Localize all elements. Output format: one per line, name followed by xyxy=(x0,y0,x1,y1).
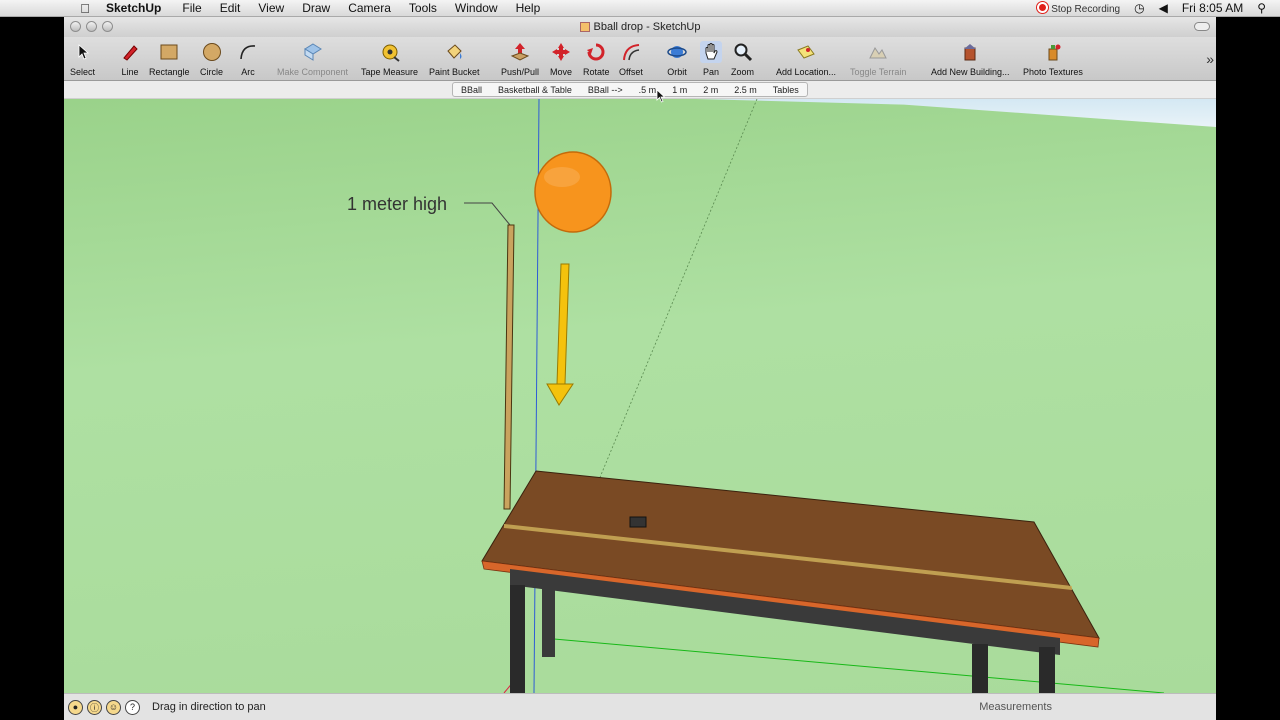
sensor-device xyxy=(629,516,647,528)
add-new-building-tool[interactable]: Add New Building... xyxy=(931,41,1010,77)
pencil-icon xyxy=(119,41,141,63)
scene-tab-basketball-table[interactable]: Basketball & Table xyxy=(490,83,580,96)
zoom-window-button[interactable] xyxy=(102,21,113,32)
close-window-button[interactable] xyxy=(70,21,81,32)
select-tool[interactable]: Select xyxy=(70,41,95,77)
title-bar: Bball drop - SketchUp xyxy=(64,17,1216,37)
push-pull-tool[interactable]: Push/Pull xyxy=(501,41,539,77)
meter-stick xyxy=(503,224,515,510)
table-leg-back-left xyxy=(542,589,555,657)
select-arrow-icon xyxy=(72,41,94,63)
spotlight-search-icon[interactable]: ⚲ xyxy=(1257,1,1266,15)
green-axis-line xyxy=(553,638,1165,693)
menu-tools[interactable]: Tools xyxy=(409,1,437,15)
credits-icon[interactable]: ⓘ xyxy=(87,699,102,715)
terrain-icon xyxy=(867,41,889,63)
building-icon xyxy=(959,41,981,63)
menu-view[interactable]: View xyxy=(258,1,284,15)
clock[interactable]: Fri 8:05 AM xyxy=(1182,1,1243,15)
scene-tab-tables[interactable]: Tables xyxy=(765,83,807,96)
tape-measure-tool[interactable]: Tape Measure xyxy=(361,41,418,77)
help-icon[interactable]: ? xyxy=(125,699,140,715)
circle-icon xyxy=(201,41,223,63)
apple-menu-icon[interactable]:  xyxy=(70,1,100,16)
menu-help[interactable]: Help xyxy=(516,1,541,15)
offset-tool[interactable]: Offset xyxy=(619,41,643,77)
minimize-window-button[interactable] xyxy=(86,21,97,32)
toggle-terrain-tool[interactable]: Toggle Terrain xyxy=(850,41,906,77)
menu-edit[interactable]: Edit xyxy=(220,1,241,15)
green-axis-dotted-line xyxy=(590,99,758,500)
status-hint: Drag in direction to pan xyxy=(152,701,266,713)
geo-location-icon[interactable]: ● xyxy=(68,699,83,715)
toolbar-overflow-button[interactable]: » xyxy=(1206,51,1214,67)
menu-camera[interactable]: Camera xyxy=(348,1,391,15)
orbit-tool[interactable]: Orbit xyxy=(666,41,688,77)
paint-bucket-tool[interactable]: Paint Bucket xyxy=(429,41,480,77)
menu-window[interactable]: Window xyxy=(455,1,498,15)
scene-tab-2-5m[interactable]: 2.5 m xyxy=(726,83,765,96)
pan-hand-icon xyxy=(700,41,722,63)
line-tool[interactable]: Line xyxy=(119,41,141,77)
add-location-tool[interactable]: Add Location... xyxy=(776,41,836,77)
offset-icon xyxy=(620,41,642,63)
photo-textures-tool[interactable]: Photo Textures xyxy=(1023,41,1083,77)
drop-arrow-shaft xyxy=(556,263,570,385)
user-icon[interactable]: ☺ xyxy=(106,699,121,715)
table-leg-front-right xyxy=(972,644,988,693)
tape-measure-icon xyxy=(379,41,401,63)
measurements-label: Measurements xyxy=(979,701,1052,713)
volume-icon[interactable]: ◀ xyxy=(1159,1,1168,15)
window-controls xyxy=(70,21,113,32)
document-icon xyxy=(579,22,590,32)
stop-recording-button[interactable]: Stop Recording xyxy=(1037,1,1120,15)
scene-tabs: BBall Basketball & Table BBall --> .5 m … xyxy=(452,82,808,97)
app-menu[interactable]: SketchUp xyxy=(106,1,161,15)
rotate-icon xyxy=(585,41,607,63)
scene-drawing xyxy=(464,99,1165,693)
scene-tabs-bar: BBall Basketball & Table BBall --> .5 m … xyxy=(64,81,1216,99)
table-leg-back-right xyxy=(1039,647,1055,693)
zoom-tool[interactable]: Zoom xyxy=(731,41,754,77)
toolbar: Select Line Rectangle Circle Arc Make Co… xyxy=(64,37,1216,81)
mouse-cursor-icon xyxy=(656,89,666,103)
paint-bucket-icon xyxy=(443,41,465,63)
circle-tool[interactable]: Circle xyxy=(200,41,223,77)
annotation-leader xyxy=(464,202,511,226)
menu-bar:  SketchUp File Edit View Draw Camera To… xyxy=(0,0,1280,17)
time-machine-icon[interactable]: ◷ xyxy=(1134,1,1144,15)
component-icon xyxy=(302,41,324,63)
orbit-icon xyxy=(666,41,688,63)
arc-icon xyxy=(237,41,259,63)
model-viewport[interactable]: 1 meter high xyxy=(64,99,1216,693)
zoom-icon xyxy=(732,41,754,63)
add-location-icon xyxy=(795,41,817,63)
rectangle-tool[interactable]: Rectangle xyxy=(149,41,190,77)
menu-file[interactable]: File xyxy=(182,1,201,15)
arc-tool[interactable]: Arc xyxy=(237,41,259,77)
basketball-highlight xyxy=(544,167,580,187)
height-annotation: 1 meter high xyxy=(347,194,448,214)
rectangle-icon xyxy=(158,41,180,63)
status-bar: ● ⓘ ☺ ? Drag in direction to pan Measure… xyxy=(64,693,1216,720)
pan-tool[interactable]: Pan xyxy=(700,41,722,77)
record-icon xyxy=(1037,2,1049,13)
make-component-tool[interactable]: Make Component xyxy=(277,41,348,77)
scene-tab-bball[interactable]: BBall xyxy=(453,83,490,96)
window-title: Bball drop - SketchUp xyxy=(593,21,701,33)
basketball xyxy=(534,151,612,233)
scene-tab-2m[interactable]: 2 m xyxy=(695,83,726,96)
move-icon xyxy=(550,41,572,63)
table-leg-front-left xyxy=(510,585,525,693)
photo-texture-icon xyxy=(1042,41,1064,63)
scene-tab-bball-arrow[interactable]: BBall --> xyxy=(580,83,631,96)
scene-tab-1m[interactable]: 1 m xyxy=(664,83,695,96)
push-pull-icon xyxy=(509,41,531,63)
drop-arrow-head xyxy=(546,383,574,406)
rotate-tool[interactable]: Rotate xyxy=(583,41,610,77)
toolbar-toggle-button[interactable] xyxy=(1194,22,1210,31)
sketchup-window: Bball drop - SketchUp Select Line Rectan… xyxy=(64,17,1216,720)
move-tool[interactable]: Move xyxy=(550,41,572,77)
menu-draw[interactable]: Draw xyxy=(302,1,330,15)
